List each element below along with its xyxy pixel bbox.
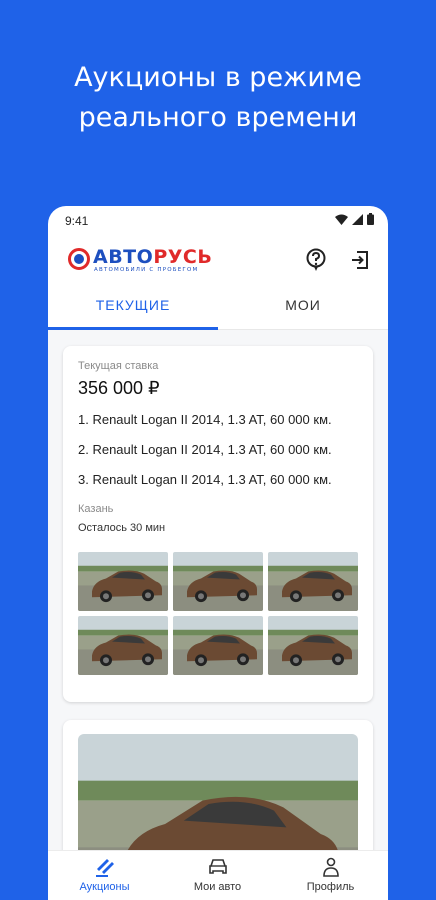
autorus-logo: АВТОРУСЬ АВТОМОБИЛИ С ПРОБЕГОМ — [68, 244, 228, 276]
car-line-1: 1. Renault Logan II 2014, 1.3 AT, 60 000… — [78, 412, 332, 427]
wifi-icon — [335, 214, 348, 225]
car-line-2: 2. Renault Logan II 2014, 1.3 AT, 60 000… — [78, 442, 332, 457]
time-remaining: Осталось 30 мин — [78, 522, 166, 534]
bottom-navigation: Аукционы Мои авто Профиль — [48, 850, 388, 900]
app-bar: АВТОРУСЬ АВТОМОБИЛИ С ПРОБЕГОМ — [48, 234, 388, 290]
current-bid-value: 356 000 ₽ — [78, 378, 160, 398]
help-button[interactable] — [302, 246, 330, 274]
signal-icon — [352, 213, 363, 225]
logo-emblem — [68, 248, 90, 270]
status-bar: 9:41 — [48, 206, 388, 234]
status-time: 9:41 — [65, 214, 89, 228]
auction-card[interactable]: Текущая ставка 356 000 ₽ 1. Renault Loga… — [63, 346, 373, 702]
tab-bar: ТЕКУЩИЕ МОИ — [48, 290, 388, 330]
tab-mine[interactable]: МОИ — [218, 290, 388, 330]
person-icon — [323, 857, 339, 877]
current-bid-label: Текущая ставка — [78, 360, 159, 372]
photo-grid — [78, 552, 359, 675]
gavel-icon — [96, 859, 114, 877]
car-photo-thumbnail[interactable] — [78, 616, 168, 675]
logo-text-rus: РУСЬ — [153, 246, 213, 268]
auction-city: Казань — [78, 503, 114, 515]
auction-list[interactable]: Текущая ставка 356 000 ₽ 1. Renault Loga… — [48, 330, 388, 850]
logo-text-auto: АВТО — [93, 246, 154, 268]
nav-my-cars-label: Мои авто — [193, 881, 242, 893]
promo-headline-line1: Аукционы в режиме — [74, 62, 362, 93]
status-icons — [335, 213, 374, 225]
logo-title: АВТОРУСЬ — [93, 246, 212, 268]
car-photo-thumbnail[interactable] — [78, 552, 168, 611]
tab-current[interactable]: ТЕКУЩИЕ — [48, 290, 218, 330]
car-photo-thumbnail[interactable] — [268, 552, 358, 611]
auction-card-2[interactable] — [63, 720, 373, 850]
car-icon — [209, 859, 227, 874]
logout-icon — [352, 251, 368, 269]
nav-auctions-label: Аукционы — [79, 881, 130, 893]
nav-auctions[interactable]: Аукционы — [48, 851, 161, 900]
car-photo-thumbnail[interactable] — [173, 552, 263, 611]
nav-profile[interactable]: Профиль — [274, 851, 387, 900]
promo-headline-line2: реального времени — [78, 102, 358, 133]
logout-button[interactable] — [346, 246, 374, 274]
nav-my-cars[interactable]: Мои авто — [161, 851, 274, 900]
nav-profile-label: Профиль — [306, 881, 355, 893]
car-photo-thumbnail[interactable] — [268, 616, 358, 675]
car-photo-large[interactable] — [78, 734, 358, 850]
car-line-3: 3. Renault Logan II 2014, 1.3 AT, 60 000… — [78, 472, 332, 487]
phone-screen: 9:41 АВТОРУСЬ АВТОМОБИЛИ С ПРОБЕГОМ ТЕКУ… — [48, 206, 388, 900]
help-icon — [306, 248, 326, 271]
promo-headline: Аукционы в режиме реального времени — [0, 58, 436, 138]
battery-icon — [367, 213, 374, 225]
logo-subtitle: АВТОМОБИЛИ С ПРОБЕГОМ — [94, 267, 199, 273]
car-photo-thumbnail[interactable] — [173, 616, 263, 675]
